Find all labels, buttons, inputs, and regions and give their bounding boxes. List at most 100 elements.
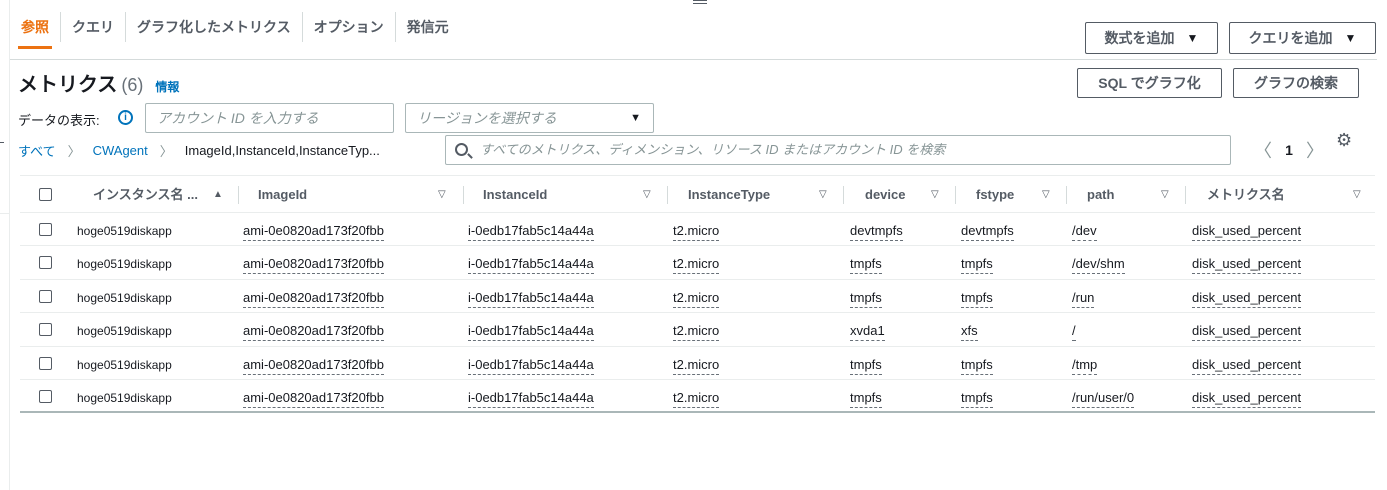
cell-imageid[interactable]: ami-0e0820ad173f20fbb	[243, 280, 384, 313]
cell-device[interactable]: xvda1	[850, 313, 885, 346]
cell-fstype[interactable]: tmpfs	[961, 280, 993, 313]
chevron-right-icon[interactable]: 〉	[1304, 137, 1326, 163]
cell-fstype[interactable]: tmpfs	[961, 246, 993, 279]
cell-instanceid[interactable]: i-0edb17fab5c14a44a	[468, 280, 594, 313]
cell-imageid-text: ami-0e0820ad173f20fbb	[243, 255, 384, 275]
cell-instanceid[interactable]: i-0edb17fab5c14a44a	[468, 213, 594, 246]
column-header-device[interactable]: device ▽	[865, 176, 975, 214]
breadcrumb-namespace[interactable]: CWAgent	[93, 143, 148, 158]
cell-instancetype[interactable]: t2.micro	[673, 280, 720, 313]
cell-imageid-text: ami-0e0820ad173f20fbb	[243, 222, 384, 241]
info-link[interactable]: 情報	[155, 78, 179, 95]
row-checkbox[interactable]	[39, 356, 52, 370]
table-row[interactable]: hoge0519diskapp ami-0e0820ad173f20fbb i-0e…	[20, 313, 1375, 347]
column-header-fstype[interactable]: fstype ▽	[976, 176, 1086, 214]
cell-instancetype[interactable]: t2.micro	[673, 380, 720, 413]
tab-graphed-metrics[interactable]: グラフ化したメトリクス	[125, 12, 302, 42]
cell-metric-name[interactable]: disk_used_percent	[1192, 313, 1302, 346]
cell-path[interactable]: /tmp	[1072, 347, 1098, 380]
chevron-left-icon[interactable]: 〈	[1252, 137, 1274, 163]
breadcrumb-all[interactable]: すべて	[18, 141, 56, 160]
column-header-instanceid[interactable]: InstanceId ▽	[483, 176, 673, 214]
table-row[interactable]: hoge0519diskapp ami-0e0820ad173f20fbb i-0e…	[20, 213, 1375, 247]
cell-imageid[interactable]: ami-0e0820ad173f20fbb	[243, 246, 384, 279]
tab-source[interactable]: 発信元	[394, 12, 460, 42]
cell-instance-name-text: hoge0519diskapp	[77, 390, 172, 405]
cell-device[interactable]: tmpfs	[850, 380, 882, 413]
column-header-imageid[interactable]: ImageId ▽	[258, 176, 464, 214]
table-row[interactable]: hoge0519diskapp ami-0e0820ad173f20fbb i-0e…	[20, 380, 1375, 414]
cell-instancetype[interactable]: t2.micro	[673, 213, 720, 246]
cell-path[interactable]: /run/user/0	[1072, 380, 1135, 413]
cell-instancetype[interactable]: t2.micro	[673, 347, 720, 380]
column-header-instancetype[interactable]: InstanceType ▽	[688, 176, 848, 214]
add-math-button[interactable]: 数式を追加 ▼	[1085, 22, 1218, 54]
region-select[interactable]: リージョンを選択する	[405, 103, 654, 133]
pagination: 〈 1 〉	[1252, 137, 1326, 163]
row-checkbox[interactable]	[39, 323, 52, 337]
tab-query[interactable]: クエリ	[60, 12, 125, 42]
table-row[interactable]: hoge0519diskapp ami-0e0820ad173f20fbb i-0e…	[20, 347, 1375, 380]
cell-imageid[interactable]: ami-0e0820ad173f20fbb	[243, 313, 384, 346]
cell-imageid-text: ami-0e0820ad173f20fbb	[243, 322, 384, 342]
cell-instanceid[interactable]: i-0edb17fab5c14a44a	[468, 246, 594, 279]
cell-fstype-text: devtmpfs	[961, 222, 1014, 241]
cell-fstype[interactable]: tmpfs	[961, 347, 993, 380]
cell-instanceid-text: i-0edb17fab5c14a44a	[468, 222, 594, 241]
cell-instanceid[interactable]: i-0edb17fab5c14a44a	[468, 380, 594, 413]
account-id-input[interactable]: アカウント ID を入力する	[145, 103, 394, 133]
cell-device[interactable]: tmpfs	[850, 246, 882, 279]
cell-instancetype[interactable]: t2.micro	[673, 246, 720, 279]
row-checkbox[interactable]	[39, 223, 52, 236]
cell-fstype[interactable]: devtmpfs	[961, 213, 1014, 246]
cell-device[interactable]: tmpfs	[850, 280, 882, 313]
current-page[interactable]: 1	[1274, 142, 1304, 158]
column-header-instance-name[interactable]: インスタンス名 ... ▲	[93, 176, 239, 214]
cell-metric-name[interactable]: disk_used_percent	[1192, 213, 1302, 246]
row-checkbox[interactable]	[39, 256, 52, 270]
cell-fstype[interactable]: xfs	[961, 313, 978, 346]
cell-instanceid[interactable]: i-0edb17fab5c14a44a	[468, 313, 594, 346]
add-query-button[interactable]: クエリを追加 ▼	[1229, 22, 1376, 54]
column-header-path[interactable]: path ▽	[1087, 176, 1197, 214]
metrics-search-input[interactable]: すべてのメトリクス、ディメンション、リソース ID またはアカウント ID を検…	[445, 135, 1231, 165]
cell-metric-name[interactable]: disk_used_percent	[1192, 380, 1302, 413]
cell-path[interactable]: /	[1072, 313, 1076, 346]
row-checkbox[interactable]	[39, 389, 52, 403]
drag-handle-icon[interactable]	[693, 0, 707, 8]
table-row[interactable]: hoge0519diskapp ami-0e0820ad173f20fbb i-0e…	[20, 246, 1375, 280]
info-icon[interactable]: i	[118, 110, 133, 125]
column-divider	[463, 186, 464, 204]
table-row[interactable]: hoge0519diskapp ami-0e0820ad173f20fbb i-0e…	[20, 280, 1375, 314]
cell-imageid-text: ami-0e0820ad173f20fbb	[243, 389, 384, 408]
tab-options[interactable]: オプション	[301, 12, 395, 42]
cell-fstype-text: tmpfs	[961, 389, 993, 408]
cell-instancetype[interactable]: t2.micro	[673, 313, 720, 346]
graph-with-sql-button[interactable]: SQL でグラフ化	[1077, 68, 1222, 98]
row-checkbox[interactable]	[39, 289, 52, 303]
cell-fstype[interactable]: tmpfs	[961, 380, 993, 413]
cell-instanceid[interactable]: i-0edb17fab5c14a44a	[468, 347, 594, 380]
breadcrumb-chevron-icon: 〉	[67, 143, 81, 159]
column-header-metric-name[interactable]: メトリクス名 ▽	[1207, 176, 1367, 214]
cell-instance-name-text: hoge0519diskapp	[77, 290, 172, 305]
cell-path[interactable]: /run	[1072, 280, 1095, 313]
cell-instanceid-text: i-0edb17fab5c14a44a	[468, 255, 594, 275]
tab-bar: 参照 クエリ グラフ化したメトリクス オプション 発信元	[10, 12, 460, 49]
gear-icon[interactable]: ⚙	[1336, 130, 1352, 151]
cell-metric-name[interactable]: disk_used_percent	[1192, 246, 1302, 279]
cell-metric-name[interactable]: disk_used_percent	[1192, 347, 1302, 380]
cell-imageid[interactable]: ami-0e0820ad173f20fbb	[243, 347, 384, 380]
select-all-checkbox[interactable]	[39, 188, 52, 201]
tab-browse[interactable]: 参照	[10, 12, 60, 49]
cell-device[interactable]: tmpfs	[850, 347, 882, 380]
cell-path[interactable]: /dev/shm	[1072, 246, 1125, 279]
column-label: メトリクス名	[1207, 187, 1285, 202]
graph-search-button[interactable]: グラフの検索	[1233, 68, 1359, 98]
cell-imageid[interactable]: ami-0e0820ad173f20fbb	[243, 380, 384, 413]
column-divider	[955, 186, 956, 204]
cell-imageid[interactable]: ami-0e0820ad173f20fbb	[243, 213, 384, 246]
cell-path[interactable]: /dev	[1072, 213, 1097, 246]
cell-device[interactable]: devtmpfs	[850, 213, 903, 246]
cell-metric-name[interactable]: disk_used_percent	[1192, 280, 1302, 313]
